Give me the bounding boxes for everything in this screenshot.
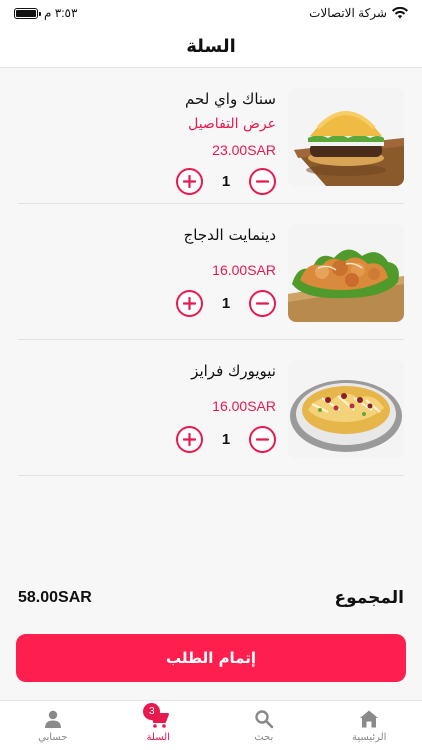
item-info: نيويورك فرايز 16.00SAR 1 bbox=[18, 358, 276, 453]
item-info: سناك واي لحم عرض التفاصيل 23.00SAR 1 bbox=[18, 86, 276, 195]
decrease-button[interactable] bbox=[249, 168, 276, 195]
increase-button[interactable] bbox=[176, 426, 203, 453]
increase-button[interactable] bbox=[176, 290, 203, 317]
total-label: المجموع bbox=[334, 588, 404, 608]
tab-cart[interactable]: 3 السلة bbox=[118, 702, 198, 743]
plus-icon bbox=[183, 433, 196, 446]
decrease-button[interactable] bbox=[249, 290, 276, 317]
home-icon bbox=[360, 710, 379, 727]
tab-account[interactable]: حسابي bbox=[13, 709, 93, 743]
increase-button[interactable] bbox=[176, 168, 203, 195]
user-icon bbox=[44, 710, 61, 728]
minus-icon bbox=[256, 180, 269, 183]
item-name: سناك واي لحم bbox=[185, 90, 276, 108]
minus-icon bbox=[256, 302, 269, 305]
cart-badge: 3 bbox=[143, 702, 161, 720]
page-title: السلة bbox=[0, 26, 422, 68]
status-bar: ٣:٥٣ م شركة الاتصالات bbox=[0, 0, 422, 26]
quantity-stepper: 1 bbox=[176, 426, 276, 453]
cart-item: سناك واي لحم عرض التفاصيل 23.00SAR 1 bbox=[18, 68, 404, 204]
view-details-link[interactable]: عرض التفاصيل bbox=[188, 116, 276, 132]
status-right: شركة الاتصالات bbox=[309, 6, 408, 20]
total-row: 58.00SAR المجموع bbox=[18, 588, 404, 608]
tab-search[interactable]: بحث bbox=[224, 709, 304, 743]
tab-label: السلة bbox=[146, 731, 170, 743]
quantity-value: 1 bbox=[221, 295, 231, 312]
plus-icon bbox=[183, 175, 196, 188]
search-icon bbox=[255, 709, 274, 728]
item-name: نيويورك فرايز bbox=[191, 362, 276, 380]
carrier-name: شركة الاتصالات bbox=[309, 6, 387, 20]
quantity-value: 1 bbox=[221, 173, 231, 190]
item-price: 23.00SAR bbox=[212, 142, 276, 158]
quantity-stepper: 1 bbox=[176, 168, 276, 195]
checkout-button[interactable]: إتمام الطلب bbox=[16, 634, 406, 682]
dynamite-chicken-image bbox=[288, 224, 404, 322]
item-price: 16.00SAR bbox=[212, 398, 276, 414]
fries-image bbox=[288, 360, 404, 458]
minus-icon bbox=[256, 438, 269, 441]
tab-label: بحث bbox=[254, 731, 274, 743]
total-amount: 58.00SAR bbox=[18, 589, 92, 606]
wifi-icon bbox=[392, 7, 408, 19]
tab-bar: حسابي 3 السلة بحث الرئيسية bbox=[0, 700, 422, 750]
status-time: ٣:٥٣ م bbox=[44, 6, 78, 20]
battery-icon bbox=[14, 7, 41, 19]
tab-label: حسابي bbox=[38, 731, 68, 743]
decrease-button[interactable] bbox=[249, 426, 276, 453]
status-left: ٣:٥٣ م bbox=[14, 6, 77, 20]
quantity-value: 1 bbox=[221, 431, 231, 448]
cart-item: نيويورك فرايز 16.00SAR 1 bbox=[18, 340, 404, 476]
plus-icon bbox=[183, 297, 196, 310]
tab-label: الرئيسية bbox=[352, 731, 387, 743]
item-info: دينمايت الدجاج 16.00SAR 1 bbox=[18, 222, 276, 317]
cart-list: سناك واي لحم عرض التفاصيل 23.00SAR 1 دين… bbox=[0, 68, 422, 476]
tab-home[interactable]: الرئيسية bbox=[329, 709, 409, 743]
cart-item: دينمايت الدجاج 16.00SAR 1 bbox=[18, 204, 404, 340]
quantity-stepper: 1 bbox=[176, 290, 276, 317]
burger-image bbox=[288, 88, 404, 186]
item-name: دينمايت الدجاج bbox=[183, 226, 276, 244]
item-price: 16.00SAR bbox=[212, 262, 276, 278]
